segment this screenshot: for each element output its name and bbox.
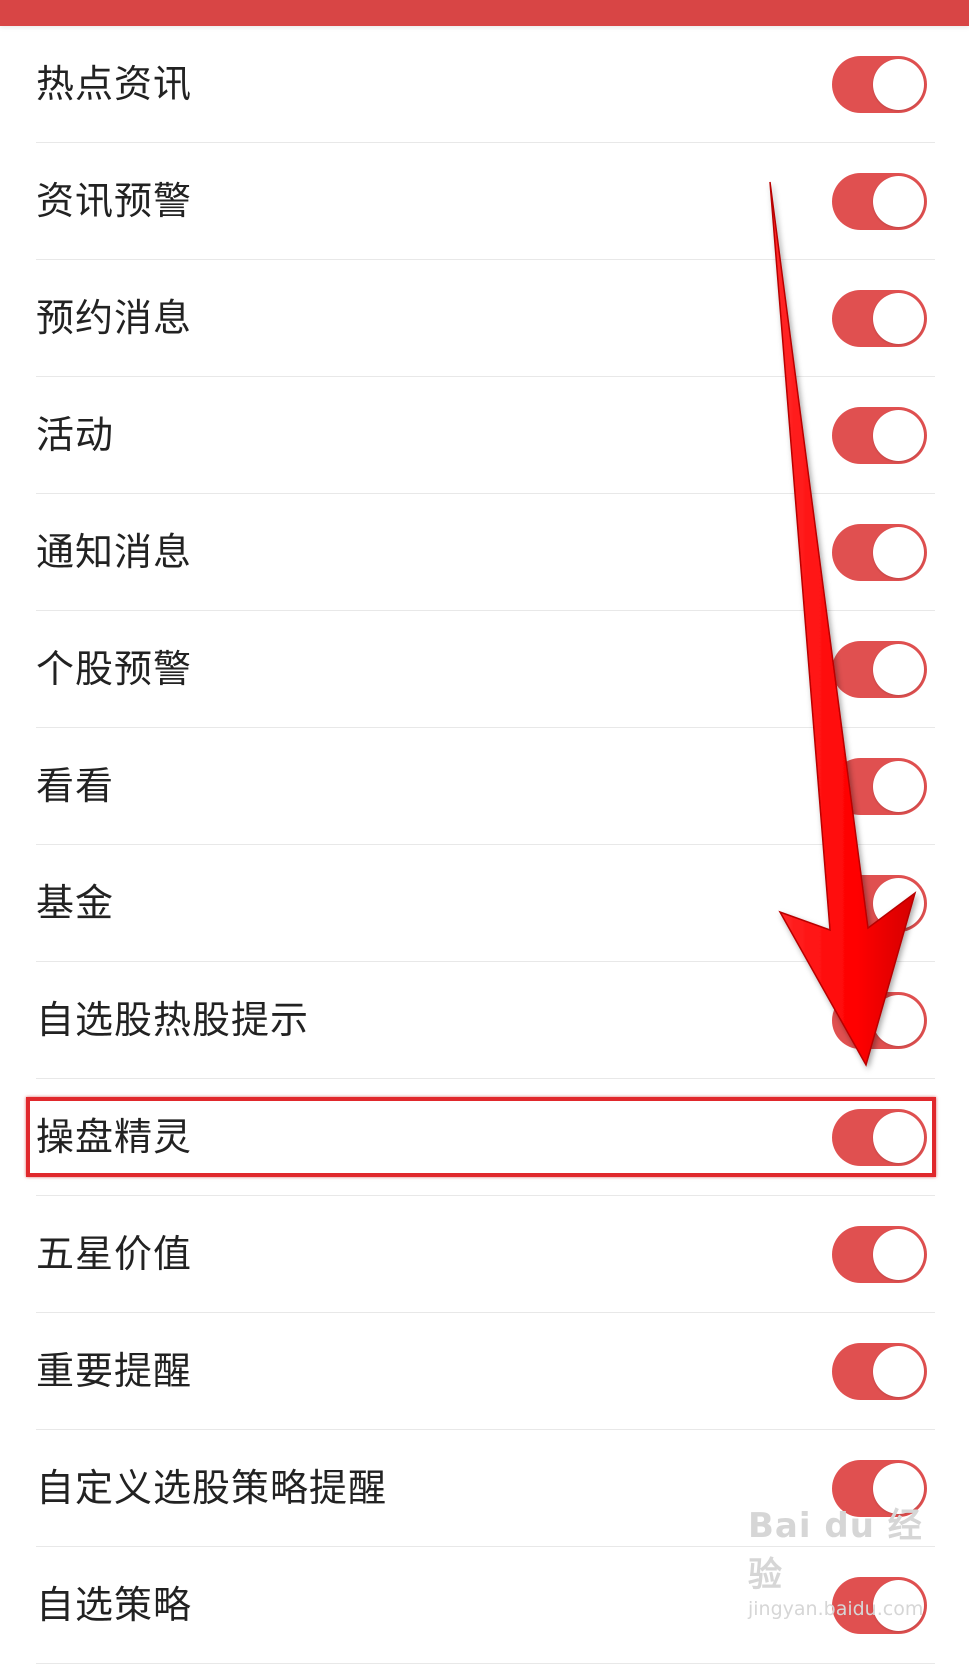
toggle-knob — [873, 1463, 924, 1514]
toggle-switch-five-star-value[interactable] — [832, 1226, 927, 1283]
toggle-knob — [873, 1580, 924, 1631]
setting-label: 看看 — [36, 764, 115, 808]
setting-label: 个股预警 — [36, 647, 193, 691]
toggle-switch-custom-strategy-reminder[interactable] — [832, 1460, 927, 1517]
toggle-knob — [873, 527, 924, 578]
toggle-switch-hot-news[interactable] — [832, 56, 927, 113]
setting-label: 操盘精灵 — [36, 1115, 193, 1159]
toggle-knob — [873, 644, 924, 695]
setting-row-fund: 基金 — [0, 845, 969, 962]
toggle-knob — [873, 1112, 924, 1163]
setting-row-stock-alert: 个股预警 — [0, 611, 969, 728]
toggle-knob — [873, 293, 924, 344]
setting-label: 资讯预警 — [36, 179, 193, 223]
setting-row-notifications: 通知消息 — [0, 494, 969, 611]
top-app-bar — [0, 0, 969, 26]
setting-label: 自选股热股提示 — [36, 998, 310, 1042]
toggle-knob — [873, 1229, 924, 1280]
toggle-switch-watchlist-hot-stock[interactable] — [832, 992, 927, 1049]
notification-settings-list: 热点资讯 资讯预警 预约消息 活动 通知消息 个股预警 看看 基金 自选股热股提 — [0, 26, 969, 1664]
toggle-switch-selected-strategy[interactable] — [832, 1577, 927, 1634]
setting-row-reservation-messages: 预约消息 — [0, 260, 969, 377]
toggle-knob — [873, 59, 924, 110]
setting-row-custom-strategy-reminder: 自定义选股策略提醒 — [0, 1430, 969, 1547]
setting-label: 重要提醒 — [36, 1349, 193, 1393]
setting-label: 预约消息 — [36, 296, 193, 340]
setting-row-hot-news: 热点资讯 — [0, 26, 969, 143]
setting-row-watchlist-hot-stock: 自选股热股提示 — [0, 962, 969, 1079]
toggle-switch-stock-alert[interactable] — [832, 641, 927, 698]
setting-row-selected-strategy: 自选策略 — [0, 1547, 969, 1664]
toggle-switch-fund[interactable] — [832, 875, 927, 932]
toggle-switch-activities[interactable] — [832, 407, 927, 464]
toggle-switch-kankan[interactable] — [832, 758, 927, 815]
setting-label: 通知消息 — [36, 530, 193, 574]
toggle-switch-news-alert[interactable] — [832, 173, 927, 230]
toggle-switch-reservation-messages[interactable] — [832, 290, 927, 347]
setting-label: 五星价值 — [36, 1232, 193, 1276]
setting-row-kankan: 看看 — [0, 728, 969, 845]
toggle-knob — [873, 761, 924, 812]
toggle-switch-important-reminder[interactable] — [832, 1343, 927, 1400]
setting-row-trading-genie: 操盘精灵 — [0, 1079, 969, 1196]
setting-label: 热点资讯 — [36, 62, 193, 106]
setting-row-important-reminder: 重要提醒 — [0, 1313, 969, 1430]
setting-row-news-alert: 资讯预警 — [0, 143, 969, 260]
setting-label: 基金 — [36, 881, 115, 925]
toggle-knob — [873, 1346, 924, 1397]
toggle-knob — [873, 176, 924, 227]
toggle-knob — [873, 995, 924, 1046]
setting-label: 自定义选股策略提醒 — [36, 1466, 388, 1510]
toggle-knob — [873, 410, 924, 461]
toggle-switch-notifications[interactable] — [832, 524, 927, 581]
toggle-knob — [873, 878, 924, 929]
setting-label: 活动 — [36, 413, 115, 457]
setting-row-activities: 活动 — [0, 377, 969, 494]
setting-label: 自选策略 — [36, 1583, 193, 1627]
setting-row-five-star-value: 五星价值 — [0, 1196, 969, 1313]
toggle-switch-trading-genie[interactable] — [832, 1109, 927, 1166]
